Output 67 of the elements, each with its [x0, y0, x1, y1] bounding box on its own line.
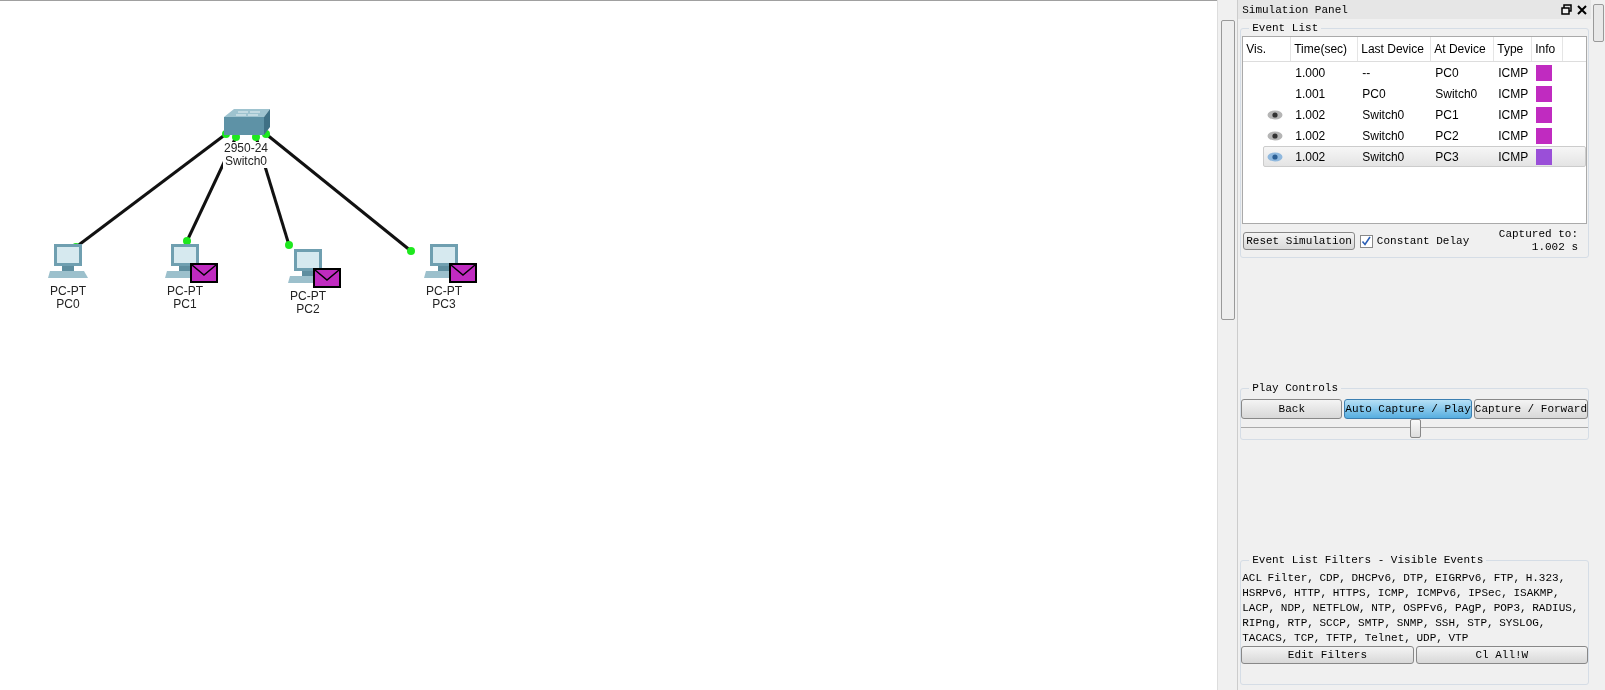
- table-cell-text: 1.002: [1294, 107, 1327, 122]
- scrollbar-thumb[interactable]: [1593, 4, 1604, 42]
- table-cell-text: ICMP: [1497, 149, 1530, 164]
- filter-button[interactable]: Edit Filters: [1241, 646, 1414, 664]
- play-control-button[interactable]: Auto Capture / Play: [1344, 399, 1472, 419]
- table-cell-text: ICMP: [1497, 86, 1530, 101]
- restore-icon[interactable]: [1561, 4, 1572, 15]
- table-cell-text: PC0: [1361, 86, 1387, 101]
- filter-button[interactable]: Cl All!W: [1415, 646, 1588, 664]
- table-cell-text: Switch0: [1361, 128, 1406, 143]
- table-cell-text: PC2: [1434, 128, 1460, 143]
- scrollbar-thumb[interactable]: [1221, 20, 1236, 320]
- device-model: PC-PT: [290, 290, 326, 303]
- play-control-button[interactable]: Capture / Forward: [1473, 399, 1588, 419]
- reset-simulation-button[interactable]: Reset Simulation: [1243, 232, 1355, 250]
- checkbox[interactable]: [1359, 234, 1373, 248]
- table-cell-text: 1.002: [1294, 128, 1327, 143]
- table-cell-text: ICMP: [1497, 128, 1530, 143]
- captured-time: 1.002 s: [1531, 241, 1578, 254]
- table-cell-text: PC3: [1434, 149, 1460, 164]
- table-cell-text: ICMP: [1497, 65, 1530, 80]
- info-swatch[interactable]: [1536, 148, 1553, 165]
- table-cell-text: Switch0: [1361, 149, 1406, 164]
- event-row[interactable]: 1.002 Switch0 PC2 ICMP: [1263, 125, 1586, 146]
- event-row[interactable]: 1.000 -- PC0 ICMP: [1263, 62, 1586, 83]
- device-model: PC-PT: [167, 285, 203, 298]
- panel-title: Simulation Panel: [1242, 3, 1348, 16]
- info-swatch[interactable]: [1536, 85, 1553, 102]
- column-header[interactable]: Vis.: [1243, 37, 1292, 61]
- checkbox-label[interactable]: Constant Delay: [1376, 235, 1470, 247]
- table-cell-text: Switch0: [1361, 107, 1406, 122]
- play-control-button[interactable]: Back: [1241, 399, 1343, 419]
- device-model: PC-PT: [50, 285, 86, 298]
- device-name: Switch0: [223, 155, 269, 168]
- table-cell-text: --: [1361, 65, 1372, 80]
- device-name: PC0: [56, 298, 80, 311]
- close-icon[interactable]: [1577, 4, 1587, 15]
- table-cell-text: Switch0: [1434, 86, 1479, 101]
- table-cell-text: ICMP: [1497, 107, 1530, 122]
- info-swatch[interactable]: [1536, 106, 1553, 123]
- eye-icon[interactable]: [1267, 151, 1284, 162]
- column-header[interactable]: Last Device: [1358, 37, 1432, 61]
- captured-label: Captured to:: [1498, 228, 1578, 241]
- column-header[interactable]: Info: [1532, 37, 1564, 61]
- table-cell-text: 1.001: [1294, 86, 1327, 101]
- eye-icon[interactable]: [1267, 109, 1284, 120]
- column-header[interactable]: Type: [1494, 37, 1533, 61]
- event-row[interactable]: 1.002 Switch0 PC1 ICMP: [1263, 104, 1586, 125]
- speed-slider-thumb[interactable]: [1409, 419, 1421, 438]
- device-model: PC-PT: [426, 285, 462, 298]
- table-cell-text: PC0: [1434, 65, 1460, 80]
- device-name: PC3: [432, 298, 456, 311]
- device-model: 2950-24: [221, 142, 270, 155]
- info-swatch[interactable]: [1536, 64, 1553, 81]
- event-row[interactable]: 1.001 PC0 Switch0 ICMP: [1263, 83, 1586, 104]
- group-title: Play Controls: [1249, 382, 1342, 395]
- eye-icon[interactable]: [1267, 130, 1284, 141]
- table-cell-text: 1.000: [1294, 65, 1327, 80]
- event-row[interactable]: 1.002 Switch0 PC3 ICMP: [1263, 146, 1586, 167]
- column-header[interactable]: Time(sec): [1291, 37, 1359, 61]
- table-cell-text: 1.002: [1294, 149, 1327, 164]
- column-header[interactable]: At Device: [1431, 37, 1495, 61]
- device-name: PC1: [173, 298, 197, 311]
- filter-list-text: ACL Filter, CDP, DHCPv6, DTP, EIGRPv6, FTP, H.323, HSRPv6, HTTP, HTTPS, ICMP, ICMPv6, IPSec, ISAKMP, LACP, NDP, NETFLOW, NTP, OSPFv6, PAgP, POP3, RADIUS, RIPng, RTP, SCCP, SMTP, SNMP, SSH, STP, SYSLOG, TACACS, TCP, TFTP, Telnet, UDP, VTP: [1241, 571, 1580, 646]
- table-cell-text: PC1: [1434, 107, 1460, 122]
- device-name: PC2: [296, 303, 320, 316]
- info-swatch[interactable]: [1536, 127, 1553, 144]
